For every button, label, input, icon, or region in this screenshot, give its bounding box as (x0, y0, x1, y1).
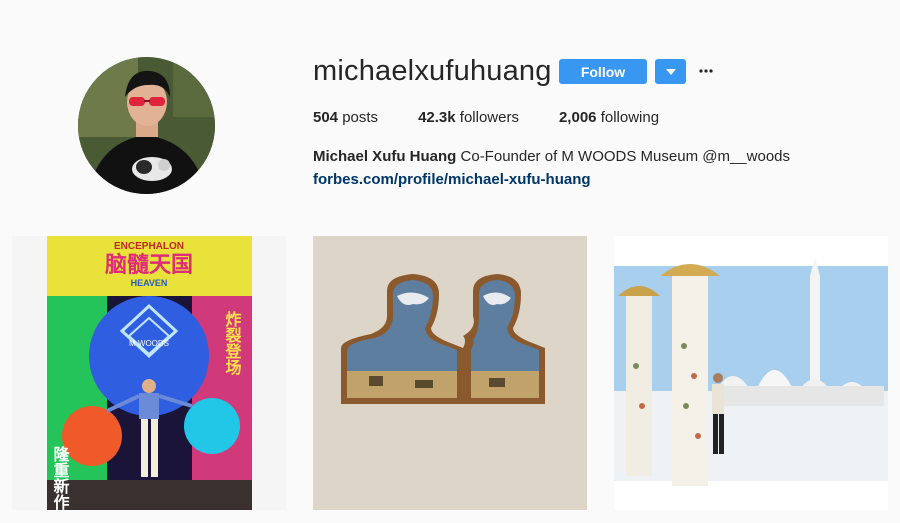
ellipsis-icon (699, 69, 713, 73)
profile-bio: Michael Xufu Huang Co-Founder of M WOODS… (313, 148, 790, 165)
more-options-button[interactable] (697, 62, 715, 80)
followers-count: 42.3k (418, 109, 456, 126)
post-image-1: ENCEPHALON 脑髓天国 HEAVEN M WOODS 隆重新作 炸裂登场 (12, 236, 286, 510)
suggestions-dropdown-button[interactable] (655, 59, 686, 84)
post-thumbnail-3[interactable] (614, 236, 888, 510)
poster-headline: ENCEPHALON (114, 241, 184, 252)
posts-count: 504 (313, 109, 339, 126)
following-label: following (600, 109, 660, 126)
following-stat[interactable]: 2,006 following (559, 109, 659, 126)
post-thumbnail-1[interactable]: ENCEPHALON 脑髓天国 HEAVEN M WOODS 隆重新作 炸裂登场 (12, 236, 286, 510)
post-thumbnail-2[interactable] (313, 236, 587, 510)
poster-right-vertical-text: 炸裂登场 (223, 310, 243, 376)
following-count: 2,006 (558, 109, 597, 126)
profile-full-name: Michael Xufu Huang (313, 148, 457, 165)
post-image-3 (614, 236, 888, 510)
followers-stat[interactable]: 42.3k followers (418, 109, 519, 126)
follow-button[interactable]: Follow (559, 59, 647, 84)
profile-username: michaelxufuhuang (313, 55, 552, 87)
avatar-photo (78, 57, 215, 194)
profile-avatar[interactable] (78, 57, 215, 194)
posts-stat: 504 posts (313, 109, 378, 126)
caret-down-icon (665, 68, 676, 75)
profile-website-link[interactable]: forbes.com/profile/michael-xufu-huang (313, 171, 591, 188)
posts-label: posts (342, 109, 379, 126)
bio-text: Co-Founder of M WOODS Museum @m__woods (460, 148, 791, 165)
poster-subtitle: HEAVEN (131, 278, 168, 288)
post-image-2 (313, 236, 587, 510)
profile-stats: 504 posts 42.3k followers 2,006 followin… (313, 109, 699, 126)
followers-label: followers (459, 109, 519, 126)
poster-left-vertical-text: 隆重新作 (51, 445, 70, 510)
poster-chinese-title: 脑髓天国 (105, 252, 193, 278)
poster-center-label: M WOODS (129, 339, 169, 348)
